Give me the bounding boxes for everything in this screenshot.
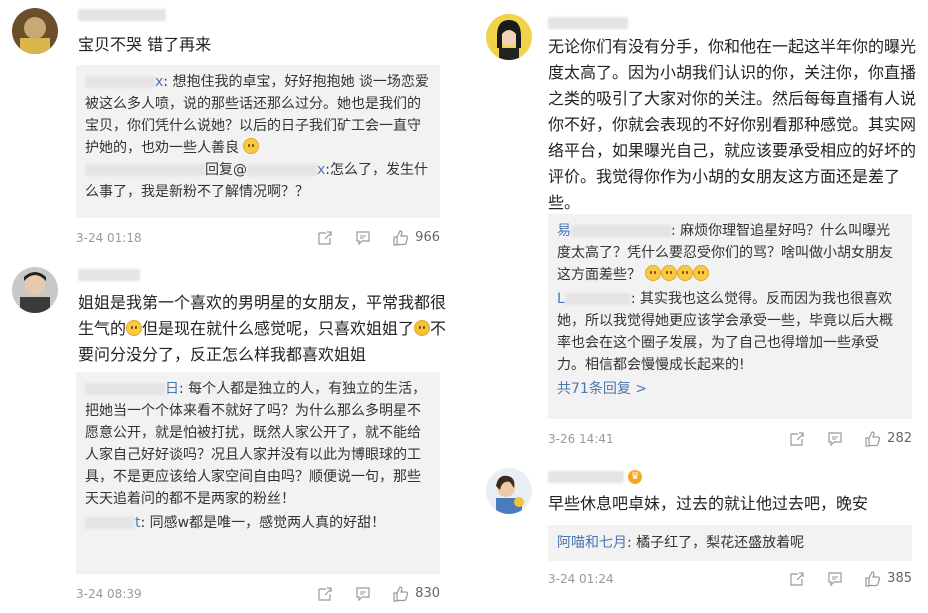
- action-bar: 966: [317, 228, 440, 248]
- reply-to-redacted: [247, 164, 317, 176]
- reply-box: 日: 每个人都是独立的人，有独立的生活，把她当一个个体来看不就好了吗？为什么那么…: [76, 372, 440, 574]
- username-redacted: [548, 471, 624, 483]
- reply-text: : 同感w都是唯一，感觉两人真的好甜！: [140, 515, 386, 531]
- timestamp: 3-24 01:24: [548, 572, 614, 586]
- avatar[interactable]: [12, 267, 58, 313]
- comment-icon[interactable]: [827, 431, 843, 447]
- like-count: 282: [887, 431, 912, 446]
- comment-footer: 3-24 01:24 385: [548, 569, 912, 589]
- username[interactable]: [78, 268, 140, 282]
- share-icon[interactable]: [317, 230, 333, 246]
- avatar-image: [12, 8, 58, 54]
- more-replies-link[interactable]: 共71条回复 >: [557, 378, 903, 400]
- emoji-smile-icon: [661, 265, 678, 281]
- action-bar: 282: [789, 429, 912, 449]
- reply-author-redacted: [564, 293, 631, 305]
- timestamp: 3-24 01:18: [76, 231, 142, 245]
- emoji-cry-icon: [414, 320, 431, 336]
- username[interactable]: ♛: [548, 470, 643, 484]
- comment-icon[interactable]: [355, 230, 371, 246]
- reply-item: 阿喵和七月: 橘子红了，梨花还盛放着呢: [557, 531, 903, 555]
- comment-text: 姐姐是我第一个喜欢的男明星的女朋友，平常我都很生气的 但是现在就什么感觉呢，只喜欢…: [78, 290, 450, 368]
- reply-text: : 每个人都是独立的人，有独立的生活，把她当一个个体来看不就好了吗？为什么那么多…: [85, 381, 427, 507]
- reply-author[interactable]: 易: [557, 223, 571, 239]
- reply-author-redacted: [571, 225, 671, 237]
- share-icon[interactable]: [789, 571, 805, 587]
- comment-text: 宝贝不哭 错了再来: [78, 32, 448, 58]
- username[interactable]: [78, 8, 166, 22]
- reply-box: 阿喵和七月: 橘子红了，梨花还盛放着呢: [548, 525, 912, 561]
- like-icon[interactable]: [393, 230, 409, 246]
- username-redacted: [548, 16, 628, 29]
- reply-author-redacted: [85, 164, 205, 176]
- comment-body: 但是现在就什么感觉呢，只喜欢姐姐了: [142, 319, 415, 338]
- emoji-smile-icon: [693, 265, 710, 281]
- emoji-smile-icon: [243, 138, 260, 154]
- comment-icon[interactable]: [355, 586, 371, 602]
- like-count: 966: [415, 230, 440, 245]
- username-redacted: [78, 268, 140, 281]
- emoji-smile-icon: [645, 265, 662, 281]
- avatar[interactable]: [486, 14, 532, 60]
- emoji-smile-icon: [677, 265, 694, 281]
- comment-footer: 3-24 08:39 830: [76, 584, 440, 604]
- reply-item: 易: 麻烦你理智追星好吗？什么叫曝光度太高了？凭什么要忍受你们的骂？啥叫做小胡女…: [557, 220, 903, 286]
- comment-body: 早些休息吧卓妹，过去的就让他过去吧，晚安: [548, 494, 869, 513]
- share-icon[interactable]: [789, 431, 805, 447]
- avatar-image: [486, 468, 532, 514]
- reply-box: x: 想抱住我的卓宝，好好抱抱她 谈一场恋爱被这么多人喷，说的那些话还那么过分。…: [76, 65, 440, 218]
- reply-author[interactable]: L: [557, 291, 565, 307]
- avatar-image: [12, 267, 58, 313]
- reply-box: 易: 麻烦你理智追星好吗？什么叫曝光度太高了？凭什么要忍受你们的骂？啥叫做小胡女…: [548, 214, 912, 419]
- reply-author[interactable]: 阿喵和七月: [557, 535, 627, 551]
- reply-item: 回复@ x:怎么了，发生什么事了，我是新粉不了解情况啊？？: [85, 159, 431, 203]
- reply-author[interactable]: 日: [165, 381, 179, 397]
- reply-text: : 橘子红了，梨花还盛放着呢: [627, 535, 805, 551]
- reply-item: 日: 每个人都是独立的人，有独立的生活，把她当一个个体来看不就好了吗？为什么那么…: [85, 378, 431, 510]
- like-icon[interactable]: [393, 586, 409, 602]
- username-redacted: [78, 8, 166, 21]
- reply-item: t: 同感w都是唯一，感觉两人真的好甜！: [85, 512, 431, 534]
- comment-text: 无论你们有没有分手，你和他在一起这半年你的曝光度太高了。因为小胡我们认识的你，关…: [548, 34, 918, 216]
- action-bar: 830: [317, 584, 440, 604]
- avatar[interactable]: [12, 8, 58, 54]
- timestamp: 3-24 08:39: [76, 587, 142, 601]
- reply-author-redacted: [85, 76, 155, 88]
- avatar[interactable]: [486, 468, 532, 514]
- comment-footer: 3-26 14:41 282: [548, 429, 912, 449]
- reply-author-redacted: [85, 383, 165, 395]
- username[interactable]: [548, 16, 628, 30]
- reply-item: L: 其实我也这么觉得。反而因为我也很喜欢她，所以我觉得她更应该学会承受一些，毕…: [557, 288, 903, 376]
- reply-to-label: 回复@: [205, 162, 247, 178]
- emoji-smile-icon: [126, 320, 143, 336]
- action-bar: 385: [789, 569, 912, 589]
- comment-text: 早些休息吧卓妹，过去的就让他过去吧，晚安: [548, 491, 918, 517]
- comment-body: 无论你们有没有分手，你和他在一起这半年你的曝光度太高了。因为小胡我们认识的你，关…: [548, 37, 917, 212]
- comment-icon[interactable]: [827, 571, 843, 587]
- like-icon[interactable]: [865, 431, 881, 447]
- share-icon[interactable]: [317, 586, 333, 602]
- like-count: 385: [887, 571, 912, 586]
- like-count: 830: [415, 586, 440, 601]
- vip-badge-icon: ♛: [628, 470, 643, 484]
- comment-body: 宝贝不哭 错了再来: [78, 35, 212, 54]
- like-icon[interactable]: [865, 571, 881, 587]
- avatar-image: [486, 14, 532, 60]
- reply-author-redacted: [85, 517, 135, 529]
- timestamp: 3-26 14:41: [548, 432, 614, 446]
- reply-item: x: 想抱住我的卓宝，好好抱抱她 谈一场恋爱被这么多人喷，说的那些话还那么过分。…: [85, 71, 431, 159]
- comment-footer: 3-24 01:18 966: [76, 228, 440, 248]
